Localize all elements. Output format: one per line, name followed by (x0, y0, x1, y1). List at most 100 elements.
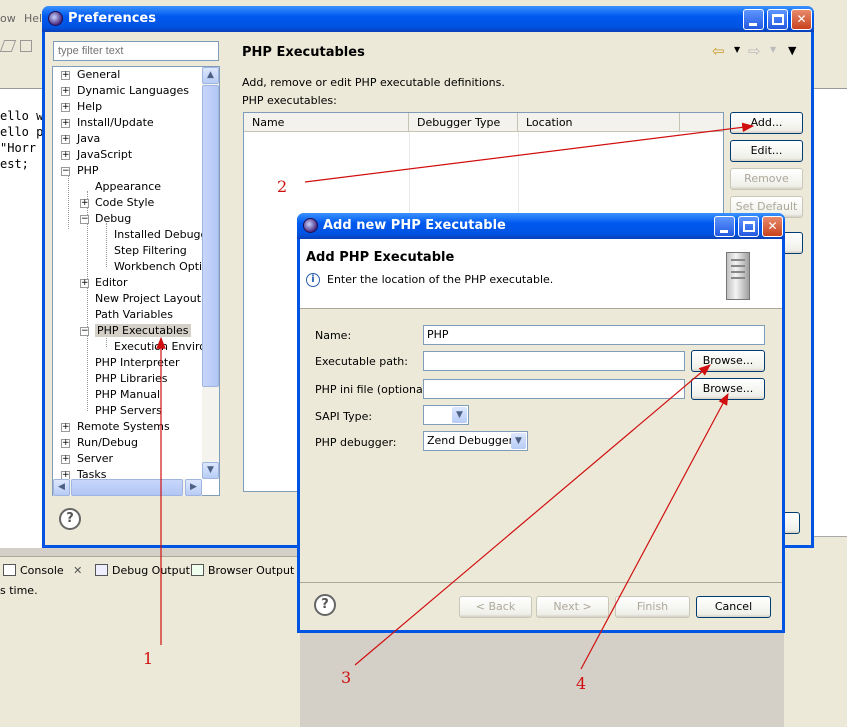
toolbar-pencil-icon[interactable] (0, 40, 17, 52)
expand-icon[interactable]: + (61, 119, 70, 128)
sapi-type-select[interactable]: ▼ (423, 405, 469, 425)
tree-item-code-style[interactable]: + Code Style (80, 195, 154, 211)
close-button[interactable]: ✕ (762, 216, 783, 237)
browser-output-icon (191, 564, 204, 576)
chevron-down-icon[interactable]: ▼ (452, 407, 467, 423)
tree-vscroll[interactable]: ▲ ▼ (202, 67, 219, 479)
tree-item-execution-environments[interactable]: Execution Environ (114, 339, 213, 355)
scroll-left-icon[interactable]: ◀ (53, 479, 70, 496)
tab-browser-output[interactable]: Browser Output (188, 562, 298, 580)
tree-item-server[interactable]: + Server (61, 451, 113, 467)
tree-item-remote-systems[interactable]: + Remote Systems (61, 419, 170, 435)
collapse-icon[interactable]: − (80, 215, 89, 224)
tree-item-workbench-options[interactable]: Workbench Option (114, 259, 216, 275)
console-text: s time. (0, 584, 38, 597)
toolbar-doc-icon[interactable] (20, 40, 32, 52)
help-icon[interactable]: ? (59, 508, 81, 530)
collapse-icon[interactable]: − (80, 327, 89, 336)
edit-button[interactable]: Edit... (730, 140, 803, 162)
annotation-number-3: 3 (341, 668, 352, 687)
eclipse-icon (48, 11, 63, 26)
forward-menu-chevron-icon[interactable]: ▼ (770, 45, 776, 54)
expand-icon[interactable]: + (80, 279, 89, 288)
scroll-right-icon[interactable]: ▶ (185, 479, 202, 496)
forward-arrow-icon[interactable]: ⇨ (748, 42, 761, 60)
tree-item-editor[interactable]: + Editor (80, 275, 128, 291)
tree-item-javascript[interactable]: + JavaScript (61, 147, 132, 163)
tree-item-general[interactable]: + General (61, 67, 120, 83)
chevron-down-icon[interactable]: ▼ (511, 433, 526, 449)
code-editor[interactable]: ello w ello p "Horr est; (0, 88, 44, 548)
view-menu-icon[interactable]: ▼ (788, 44, 796, 57)
minimize-button[interactable] (743, 9, 764, 30)
finish-button[interactable]: Finish (615, 596, 690, 618)
scroll-thumb[interactable] (202, 85, 219, 387)
tree-item-php-manual[interactable]: PHP Manual (95, 387, 160, 403)
menu-window[interactable]: ow (0, 12, 16, 25)
code-line: ello p (0, 125, 44, 139)
maximize-button[interactable] (767, 9, 788, 30)
executable-path-input[interactable] (423, 351, 685, 371)
tree-item-installed-debuggers[interactable]: Installed Debugge (114, 227, 214, 243)
ini-file-input[interactable] (423, 379, 685, 399)
page-title: PHP Executables (242, 45, 365, 60)
column-header-name[interactable]: Name (244, 113, 409, 132)
close-icon[interactable]: ✕ (73, 564, 82, 577)
tree-item-path-variables[interactable]: Path Variables (95, 307, 173, 323)
expand-icon[interactable]: + (61, 71, 70, 80)
remove-button[interactable]: Remove (730, 168, 803, 190)
column-header-debugger-type[interactable]: Debugger Type (409, 113, 518, 132)
tree-item-php-executables[interactable]: − PHP Executables (80, 323, 191, 339)
add-button[interactable]: Add... (730, 112, 803, 134)
tree-item-php-servers[interactable]: PHP Servers (95, 403, 162, 419)
expand-icon[interactable]: + (61, 423, 70, 432)
tree-item-php-libraries[interactable]: PHP Libraries (95, 371, 168, 387)
tree-item-java[interactable]: + Java (61, 131, 100, 147)
tree-item-step-filtering[interactable]: Step Filtering (114, 243, 187, 259)
browse-executable-button[interactable]: Browse... (691, 350, 765, 372)
tab-debug-output[interactable]: Debug Output (92, 562, 194, 580)
preferences-titlebar[interactable]: Preferences ✕ (42, 6, 814, 32)
back-button[interactable]: < Back (459, 596, 532, 618)
expand-icon[interactable]: + (61, 455, 70, 464)
back-menu-chevron-icon[interactable]: ▼ (734, 45, 740, 54)
column-header-location[interactable]: Location (518, 113, 680, 132)
maximize-button[interactable] (738, 216, 759, 237)
scroll-down-icon[interactable]: ▼ (202, 462, 219, 479)
expand-icon[interactable]: + (61, 151, 70, 160)
back-arrow-icon[interactable]: ⇦ (712, 42, 725, 60)
tree-item-php-interpreter[interactable]: PHP Interpreter (95, 355, 180, 371)
expand-icon[interactable]: + (61, 439, 70, 448)
tree-item-dynamic-languages[interactable]: + Dynamic Languages (61, 83, 189, 99)
collapse-icon[interactable]: − (61, 167, 70, 176)
expand-icon[interactable]: + (61, 135, 70, 144)
tree-item-help[interactable]: + Help (61, 99, 102, 115)
tree-hscroll[interactable]: ◀ ▶ (53, 479, 202, 496)
php-debugger-select[interactable]: Zend Debugger ▼ (423, 431, 528, 451)
scroll-up-icon[interactable]: ▲ (202, 67, 219, 84)
scroll-thumb[interactable] (71, 479, 183, 496)
expand-icon[interactable]: + (80, 199, 89, 208)
tab-console[interactable]: Console ✕ (0, 562, 86, 580)
preferences-tree[interactable]: + General + Dynamic Languages + Help + Insta… (52, 66, 220, 496)
next-button[interactable]: Next > (536, 596, 609, 618)
name-input[interactable]: PHP (423, 325, 765, 345)
tree-label: Step Filtering (114, 244, 187, 257)
expand-icon[interactable]: + (61, 87, 70, 96)
expand-icon[interactable]: + (61, 103, 70, 112)
tree-label: Code Style (95, 196, 155, 209)
tree-item-php[interactable]: − PHP (61, 163, 99, 179)
tree-item-new-project-layout[interactable]: New Project Layout (95, 291, 201, 307)
browse-ini-button[interactable]: Browse... (691, 378, 765, 400)
tree-item-appearance[interactable]: Appearance (95, 179, 161, 195)
name-label: Name: (315, 329, 352, 342)
filter-input[interactable] (53, 41, 219, 61)
close-button[interactable]: ✕ (791, 9, 812, 30)
tree-item-install-update[interactable]: + Install/Update (61, 115, 154, 131)
tree-item-debug[interactable]: − Debug (80, 211, 131, 227)
tree-item-run-debug[interactable]: + Run/Debug (61, 435, 138, 451)
help-icon[interactable]: ? (314, 594, 336, 616)
dialog-titlebar[interactable]: Add new PHP Executable ✕ (297, 213, 785, 239)
minimize-button[interactable] (714, 216, 735, 237)
cancel-button[interactable]: Cancel (696, 596, 771, 618)
